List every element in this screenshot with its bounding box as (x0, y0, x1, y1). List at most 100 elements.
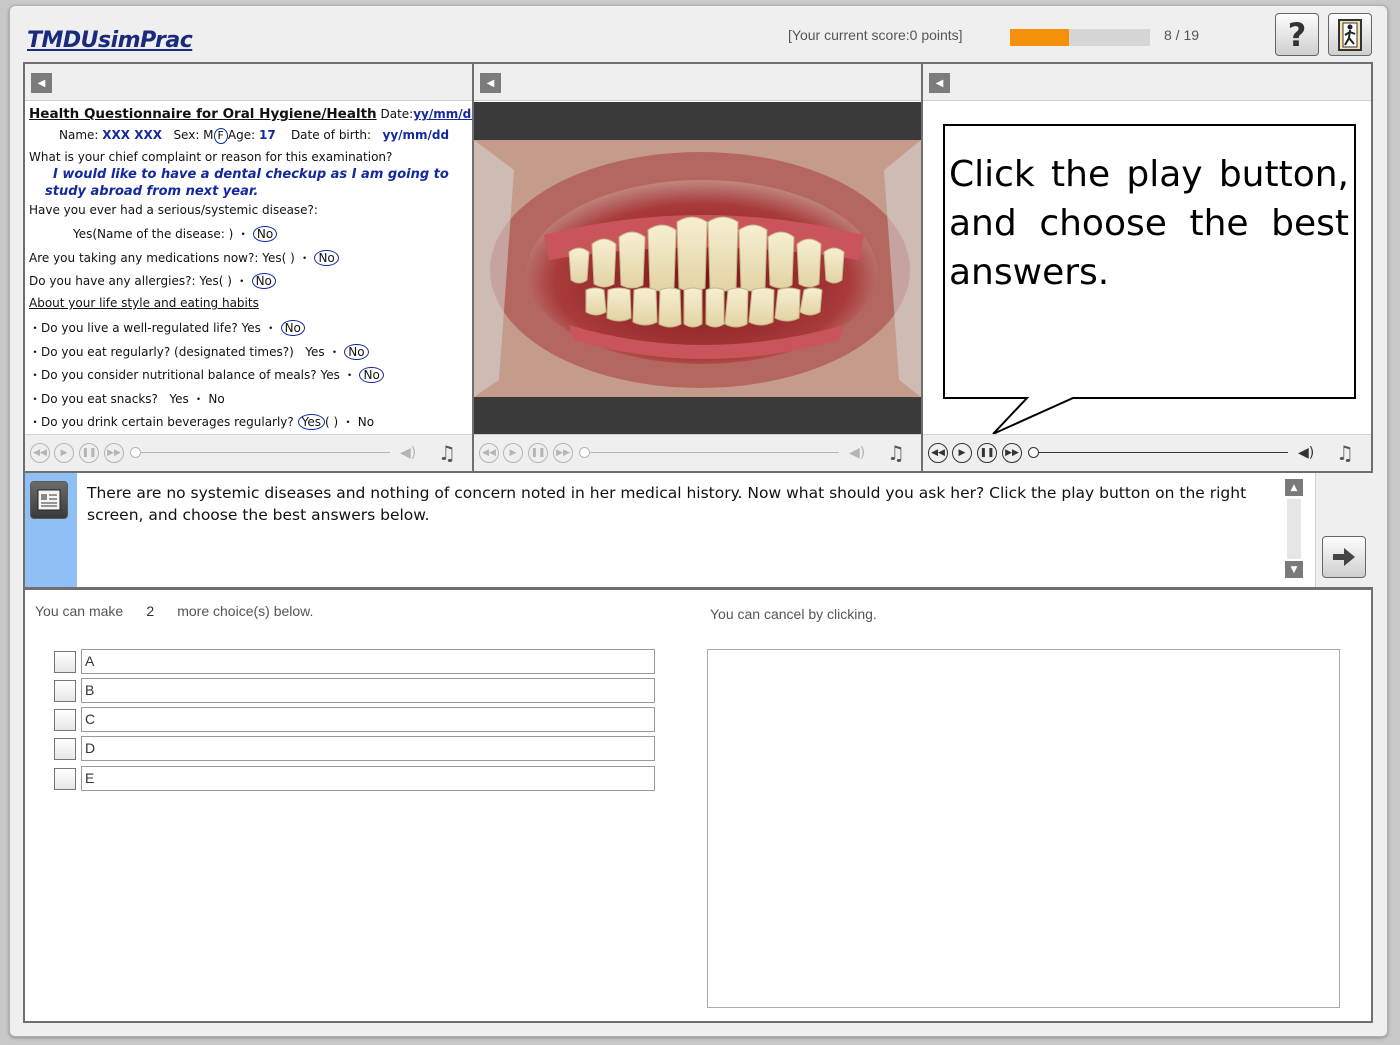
intraoral-photo (474, 102, 921, 435)
q-eat-opts: Yes ・ (305, 345, 341, 359)
pause-icon[interactable]: ❚❚ (79, 443, 99, 463)
music-note-icon[interactable]: ♫ (1336, 441, 1354, 465)
q-bev-opts: ( ) ・ No (324, 415, 375, 429)
rewind-icon[interactable]: ◀◀ (928, 443, 948, 463)
answer-checkbox[interactable] (54, 738, 76, 760)
scrollbar-track[interactable] (1287, 499, 1301, 559)
date-value: yy/mm/dd (413, 107, 480, 121)
cancel-hint: You can cancel by clicking. (710, 606, 877, 622)
volume-icon[interactable]: ◀) (400, 445, 416, 461)
answer-checkbox[interactable] (54, 651, 76, 673)
media-controls: ◀◀ ▶ ❚❚ ▶▶ ◀) ♫ (25, 434, 472, 471)
q-allergy-opts: Yes( ) ・ (199, 274, 248, 288)
selected-answers-box[interactable] (707, 649, 1340, 1008)
q-meds-opts: Yes( ) ・ (262, 251, 311, 265)
q-meds: Are you taking any medications now?: (29, 251, 259, 265)
exit-door-icon (1338, 18, 1362, 51)
notes-icon[interactable] (30, 481, 68, 519)
back-arrow-icon[interactable]: ◀ (31, 73, 52, 93)
age-value: 17 (258, 128, 276, 142)
age-label: Age: (227, 128, 256, 142)
answer-option-label[interactable]: E (81, 766, 655, 791)
questionnaire-title: Health Questionnaire for Oral Hygiene/He… (29, 106, 377, 122)
fast-forward-icon[interactable]: ▶▶ (1002, 443, 1022, 463)
speech-text: Click the play button, and choose the be… (949, 154, 1349, 293)
seek-bar[interactable] (135, 452, 390, 453)
play-icon[interactable]: ▶ (952, 443, 972, 463)
answer-no-circled: No (280, 320, 305, 336)
photo-pane: ◀ ◀◀ ▶ ❚❚ ▶▶ ◀) ♫ (474, 64, 921, 471)
answer-checkbox[interactable] (54, 768, 76, 790)
back-arrow-icon[interactable]: ◀ (929, 73, 950, 93)
fast-forward-icon[interactable]: ▶▶ (104, 443, 124, 463)
back-arrow-icon[interactable]: ◀ (480, 73, 501, 93)
next-button[interactable] (1322, 536, 1366, 578)
media-controls: ◀◀ ▶ ❚❚ ▶▶ ◀) ♫ (474, 434, 921, 471)
choices-prefix: You can make (35, 603, 124, 619)
volume-icon[interactable]: ◀) (849, 445, 865, 461)
choices-remaining: You can make 2 more choice(s) below. (35, 603, 313, 619)
answer-option-label[interactable]: A (81, 649, 655, 674)
q-life: ・Do you live a well-regulated life? (29, 321, 238, 335)
seek-handle[interactable] (579, 447, 590, 458)
q-nutrition: ・Do you consider nutritional balance of … (29, 368, 317, 382)
progress-bar (1010, 29, 1150, 46)
q-allergy: Do you have any allergies?: (29, 274, 196, 288)
answer-no-circled: No (344, 344, 369, 360)
lifestyle-heading: About your life style and eating habits (29, 296, 259, 310)
dob-label: Date of birth: (290, 128, 372, 142)
answer-no-circled: No (252, 226, 278, 242)
message-text: There are no systemic diseases and nothi… (87, 484, 1247, 524)
help-icon: ? (1287, 15, 1307, 54)
message-sidebar (25, 473, 77, 587)
progress-fill (1010, 29, 1069, 46)
q-snack: ・Do you eat snacks? (29, 392, 158, 406)
answer-checkbox[interactable] (54, 680, 76, 702)
questionnaire-pane: ◀ Health Questionnaire for Oral Hygiene/… (25, 64, 480, 471)
name-label: Name: (59, 128, 99, 142)
rewind-icon[interactable]: ◀◀ (479, 443, 499, 463)
seek-bar[interactable] (584, 452, 839, 453)
media-controls: ◀◀ ▶ ❚❚ ▶▶ ◀) ♫ (923, 434, 1371, 471)
dob-value: yy/mm/dd (382, 128, 450, 142)
scroll-down-icon[interactable]: ▼ (1285, 561, 1303, 578)
q-disease: Have you ever had a serious/systemic dis… (29, 203, 318, 217)
q-life-opts: Yes ・ (241, 321, 277, 335)
answer-option-label[interactable]: C (81, 707, 655, 732)
help-button[interactable]: ? (1275, 13, 1319, 56)
q-disease-opts: Yes(Name of the disease: ) ・ (73, 227, 250, 241)
answer-checkbox[interactable] (54, 709, 76, 731)
scroll-up-icon[interactable]: ▲ (1285, 479, 1303, 496)
questionnaire-document: Health Questionnaire for Oral Hygiene/He… (29, 104, 480, 430)
seek-handle[interactable] (130, 447, 141, 458)
music-note-icon[interactable]: ♫ (887, 441, 905, 465)
play-icon[interactable]: ▶ (54, 443, 74, 463)
pause-icon[interactable]: ❚❚ (977, 443, 997, 463)
answer-option-label[interactable]: B (81, 678, 655, 703)
question-counter: 8 / 19 (1164, 27, 1200, 43)
q-bev: ・Do you drink certain beverages regularl… (29, 415, 294, 429)
answer-no-circled: No (314, 250, 339, 266)
media-panels: ◀ Health Questionnaire for Oral Hygiene/… (23, 62, 1373, 473)
answer-option-label[interactable]: D (81, 736, 655, 761)
message-panel: There are no systemic diseases and nothi… (23, 473, 1373, 589)
pause-icon[interactable]: ❚❚ (528, 443, 548, 463)
exit-button[interactable] (1328, 13, 1372, 56)
answer-no-circled: No (359, 367, 384, 383)
a-complaint-2: study abroad from next year. (45, 184, 259, 199)
teeth-image (474, 140, 921, 397)
answer-yes-circled: Yes (297, 414, 325, 430)
play-icon[interactable]: ▶ (503, 443, 523, 463)
a-complaint-1: I would like to have a dental checkup as… (53, 167, 449, 182)
date-label: Date: (380, 107, 414, 121)
app-window: TMDUsimPrac [Your current score:0 points… (9, 5, 1388, 1037)
music-note-icon[interactable]: ♫ (438, 441, 456, 465)
volume-icon[interactable]: ◀) (1298, 445, 1314, 461)
choices-suffix: more choice(s) below. (177, 603, 314, 619)
q-eat: ・Do you eat regularly? (designated times… (29, 345, 294, 359)
fast-forward-icon[interactable]: ▶▶ (553, 443, 573, 463)
rewind-icon[interactable]: ◀◀ (30, 443, 50, 463)
seek-handle[interactable] (1028, 447, 1039, 458)
seek-bar[interactable] (1033, 452, 1288, 453)
next-arrow-icon (1333, 548, 1355, 566)
